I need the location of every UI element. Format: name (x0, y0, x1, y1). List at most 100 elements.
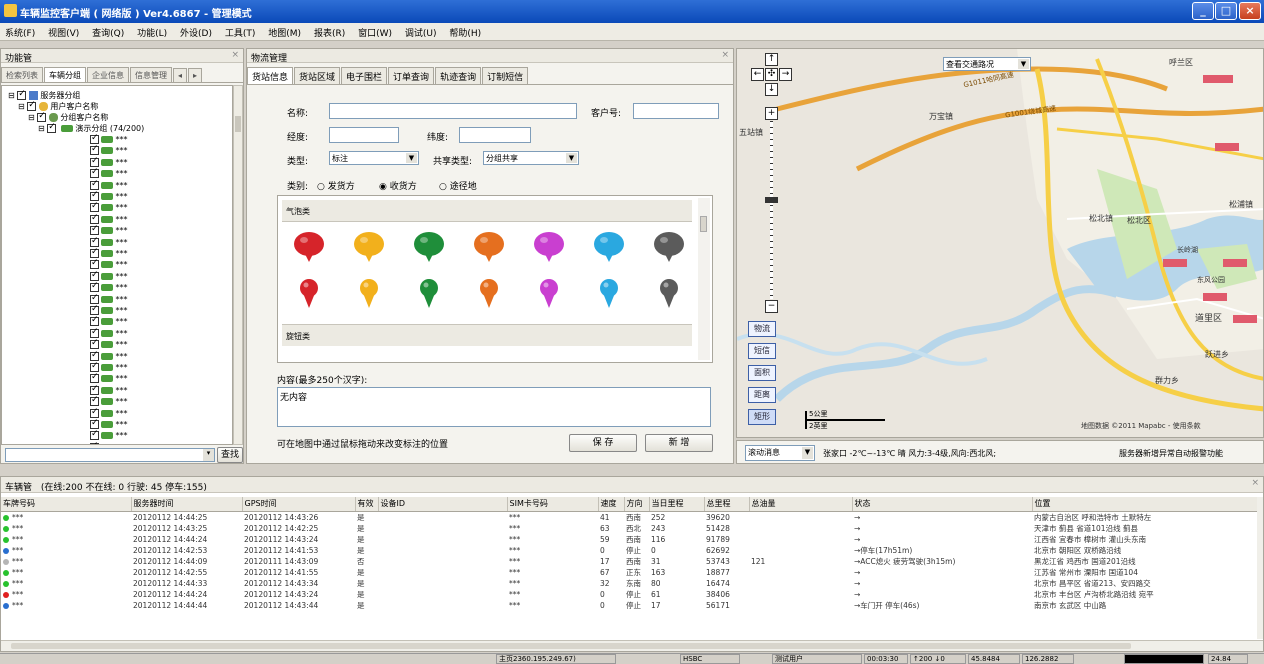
map-tool-area[interactable]: 面积 (748, 365, 776, 381)
checkbox-icon[interactable] (90, 133, 99, 144)
tree-scrollbar[interactable] (233, 85, 243, 445)
pan-right-icon[interactable]: → (779, 68, 792, 81)
map-tool-sms[interactable]: 短信 (748, 343, 776, 359)
pan-center-icon[interactable]: ✣ (765, 68, 778, 81)
tab-track-query[interactable]: 轨迹查询 (435, 67, 482, 84)
pan-left-icon[interactable]: ← (751, 68, 764, 81)
map-pin-icon[interactable] (478, 278, 500, 313)
zoom-slider[interactable] (770, 121, 773, 299)
tree-node-vehicle[interactable]: *** (90, 133, 128, 145)
tree-node-vehicle[interactable]: *** (90, 224, 128, 236)
checkbox-icon[interactable] (90, 167, 99, 179)
checkbox-icon[interactable] (90, 327, 99, 338)
tree-node-vehicle[interactable]: *** (90, 395, 128, 407)
checkbox-icon[interactable] (90, 247, 99, 258)
zoom-out-icon[interactable]: − (765, 300, 778, 313)
menu-view[interactable]: 视图(V) (43, 23, 84, 39)
traffic-select[interactable]: 查看交通路况 ▼ (943, 57, 1031, 71)
column-header[interactable]: 车牌号码 (1, 497, 132, 512)
close-button[interactable]: × (1239, 2, 1261, 20)
tab-scroll-right[interactable]: ▸ (188, 68, 203, 82)
checkbox-icon[interactable] (90, 190, 99, 201)
column-header[interactable]: 速度 (598, 497, 625, 512)
close-icon[interactable]: × (231, 50, 239, 60)
tree-node-vehicle[interactable]: *** (90, 190, 128, 202)
column-header[interactable]: 当日里程 (649, 497, 705, 512)
tab-search-list[interactable]: 检索列表 (1, 67, 43, 82)
checkbox-icon[interactable] (37, 111, 47, 122)
checkbox-icon[interactable] (90, 144, 99, 156)
checkbox-icon[interactable] (90, 350, 99, 361)
checkbox-icon[interactable] (90, 213, 99, 224)
column-header[interactable]: 位置 (1032, 497, 1257, 512)
checkbox-icon[interactable] (90, 304, 99, 315)
column-header[interactable]: 状态 (852, 497, 1033, 512)
chevron-down-icon[interactable]: ▼ (406, 153, 417, 163)
pan-down-icon[interactable]: ↓ (765, 83, 778, 96)
checkbox-icon[interactable] (90, 372, 99, 384)
menu-device[interactable]: 外设(D) (175, 23, 217, 39)
table-row[interactable]: *** 20120112 14:42:55 20120112 14:41:55 是 **… (1, 567, 1257, 578)
scrollbar-thumb[interactable] (11, 643, 1131, 649)
tree-node-vehicle[interactable]: *** (90, 258, 128, 270)
menu-query[interactable]: 查询(Q) (87, 23, 129, 39)
menu-report[interactable]: 报表(R) (309, 23, 350, 39)
map-tool-rectangle[interactable]: 矩形 (748, 409, 776, 425)
tab-info-manage[interactable]: 信息管理 (130, 67, 172, 82)
tab-custom-sms[interactable]: 订制短信 (482, 67, 529, 84)
scroll-message-select[interactable]: 滚动消息 ▼ (745, 445, 815, 461)
share-type-select[interactable]: 分组共享 ▼ (483, 151, 579, 165)
checkbox-icon[interactable] (90, 315, 99, 327)
radio-receiver[interactable]: ◉ 收货方 (379, 179, 417, 192)
column-header[interactable]: 总里程 (704, 497, 750, 512)
table-row[interactable]: *** 20120112 14:44:44 20120112 14:43:44 是 **… (1, 600, 1257, 611)
menu-function[interactable]: 功能(L) (132, 23, 172, 39)
map-pin-icon[interactable] (658, 278, 680, 313)
column-header[interactable]: GPS时间 (242, 497, 356, 512)
map-pin-icon[interactable] (358, 278, 380, 313)
tree-node-vehicle[interactable]: *** (90, 327, 128, 339)
checkbox-icon[interactable] (90, 293, 99, 304)
tree-node-vehicle[interactable]: *** (90, 338, 128, 350)
chevron-down-icon[interactable]: ▼ (802, 447, 813, 459)
radio-waypoint[interactable]: ○ 途径地 (439, 179, 477, 192)
tree-node-vehicle[interactable]: *** (90, 429, 128, 441)
longitude-input[interactable] (329, 127, 399, 143)
tab-geofence[interactable]: 电子围栏 (341, 67, 388, 84)
tab-scroll-left[interactable]: ◂ (173, 68, 188, 82)
radio-shipper[interactable]: ○ 发货方 (317, 179, 355, 192)
tab-station-info[interactable]: 货站信息 (247, 67, 294, 84)
checkbox-icon[interactable] (90, 418, 99, 429)
content-textarea[interactable]: 无内容 (277, 387, 711, 427)
name-input[interactable] (329, 103, 577, 119)
tree-node-vehicle[interactable]: *** (90, 270, 128, 282)
map-tool-logistics[interactable]: 物流 (748, 321, 776, 337)
tree-node-vehicle[interactable]: *** (90, 156, 128, 168)
checkbox-icon[interactable] (90, 281, 99, 293)
tree-node-vehicle[interactable]: *** (90, 247, 128, 259)
balloon-pin-icon[interactable] (592, 230, 626, 267)
tree-node-server[interactable]: ⊟ 服务器分组 (8, 89, 80, 101)
checkbox-icon[interactable] (90, 429, 99, 441)
tree-node-vehicle[interactable]: *** (90, 407, 128, 419)
menu-map[interactable]: 地图(M) (263, 23, 306, 39)
zoom-slider-thumb[interactable] (765, 197, 778, 203)
checkbox-icon[interactable] (90, 156, 99, 167)
checkbox-icon[interactable] (90, 338, 99, 350)
icon-picker-scrollbar[interactable] (698, 198, 710, 360)
balloon-pin-icon[interactable] (292, 230, 326, 267)
table-row[interactable]: *** 20120112 14:44:25 20120112 14:43:26 是 **… (1, 511, 1257, 523)
tree-node-vehicle[interactable]: *** (90, 201, 128, 213)
checkbox-icon[interactable] (47, 122, 57, 133)
minimize-button[interactable]: _ (1192, 2, 1214, 20)
balloon-pin-icon[interactable] (652, 230, 686, 267)
type-select[interactable]: 标注 ▼ (329, 151, 419, 165)
tree-node-group[interactable]: ⊟ 分组客户名称 (28, 111, 108, 123)
new-button[interactable]: 新 增 (645, 434, 713, 452)
maximize-button[interactable]: □ (1215, 2, 1237, 20)
pan-up-icon[interactable]: ↑ (765, 53, 778, 66)
tree-node-vehicle[interactable]: *** (90, 167, 128, 179)
tree-node-vehicle[interactable]: *** (90, 384, 128, 396)
checkbox-icon[interactable] (90, 258, 99, 270)
tree-node-vehicle[interactable]: *** (90, 361, 128, 373)
